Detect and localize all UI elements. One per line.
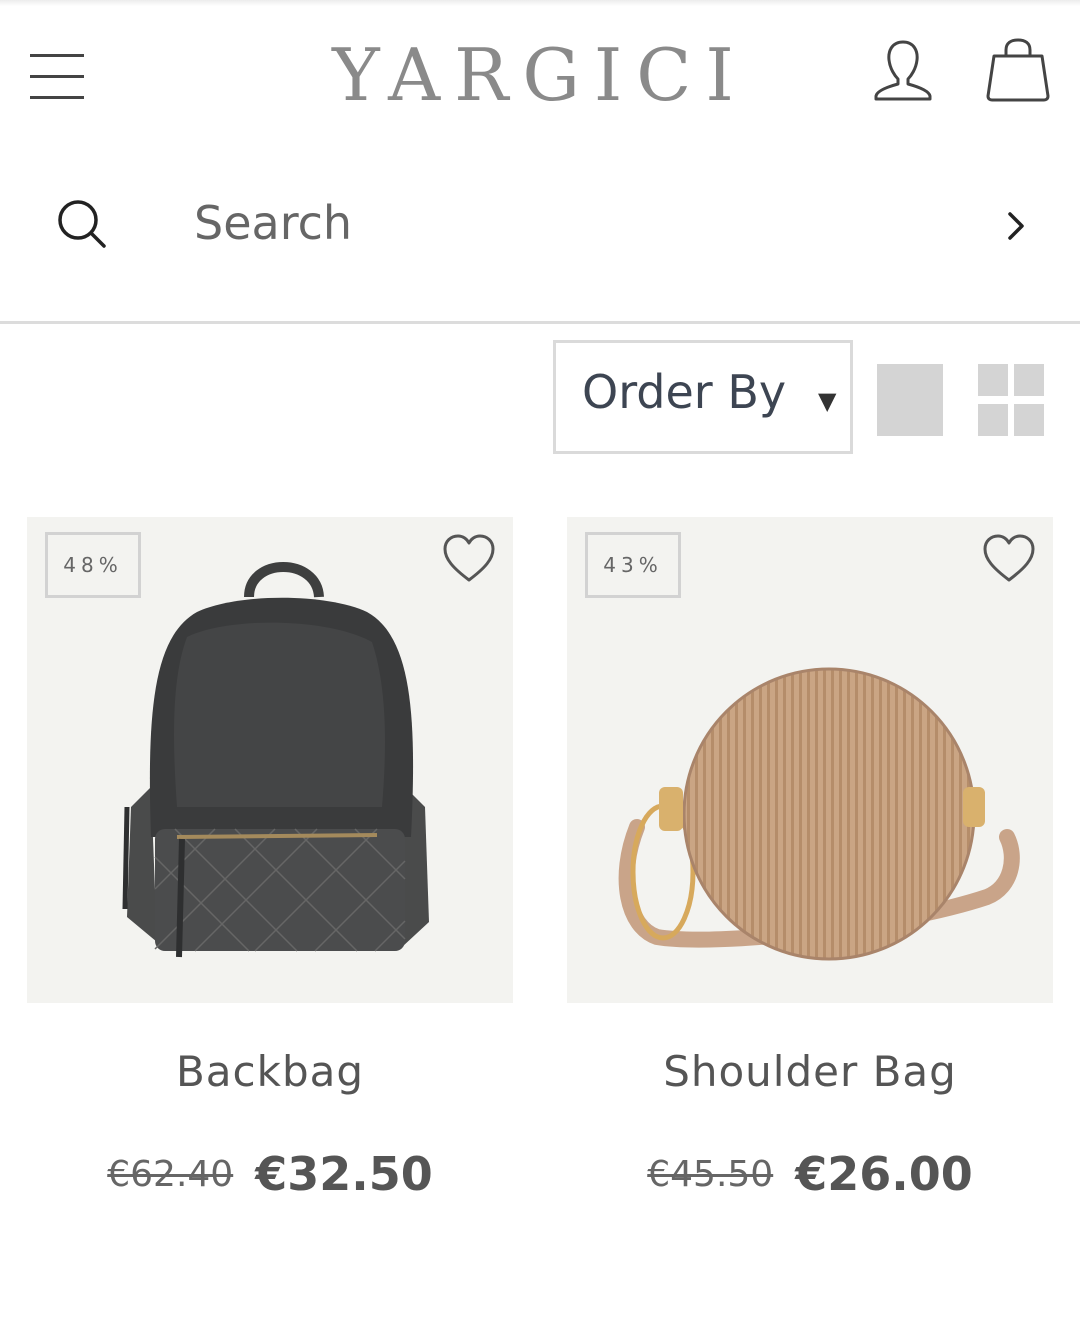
product-image[interactable]: 48% xyxy=(27,517,513,1003)
divider xyxy=(0,321,1080,324)
hamburger-menu-icon xyxy=(30,54,84,57)
brand-logo[interactable]: YARGICI xyxy=(300,30,780,120)
order-by-dropdown[interactable]: Order By ▼ xyxy=(553,340,853,454)
discount-badge: 43% xyxy=(585,532,681,598)
grid-cell xyxy=(978,404,1008,436)
header: YARGICI xyxy=(0,0,1080,150)
two-column-grid-icon[interactable] xyxy=(978,364,1044,436)
heart-icon xyxy=(983,534,1035,582)
product-title[interactable]: Backbag xyxy=(27,1047,513,1096)
wishlist-button[interactable] xyxy=(441,533,497,585)
product-card: 48% Backbag €62.40 €32.50 xyxy=(27,517,513,1201)
search-bar xyxy=(0,160,1080,284)
wishlist-button[interactable] xyxy=(981,533,1037,585)
menu-button[interactable] xyxy=(24,44,90,108)
caret-down-icon: ▼ xyxy=(818,387,837,415)
product-title[interactable]: Shoulder Bag xyxy=(567,1047,1053,1096)
grid-cell xyxy=(978,364,1008,396)
hamburger-line xyxy=(30,96,84,99)
sale-price: €26.00 xyxy=(795,1147,973,1201)
page: YARGICI Order B xyxy=(0,0,1080,1319)
search-submit-button[interactable] xyxy=(996,206,1036,246)
account-button[interactable] xyxy=(868,36,938,106)
grid-cell xyxy=(1014,404,1044,436)
heart-icon xyxy=(443,534,495,582)
product-prices: €45.50 €26.00 xyxy=(567,1147,1053,1201)
chevron-right-icon xyxy=(1008,212,1024,240)
old-price: €62.40 xyxy=(107,1153,234,1195)
old-price: €45.50 xyxy=(647,1153,774,1195)
sale-price: €32.50 xyxy=(255,1147,433,1201)
search-icon[interactable] xyxy=(54,196,110,252)
cart-button[interactable] xyxy=(980,34,1056,106)
user-icon xyxy=(874,40,932,101)
grid-cell xyxy=(1014,364,1044,396)
order-by-label: Order By xyxy=(582,365,787,419)
search-input[interactable] xyxy=(194,188,954,258)
hamburger-line xyxy=(30,75,84,78)
discount-badge: 48% xyxy=(45,532,141,598)
product-prices: €62.40 €32.50 xyxy=(27,1147,513,1201)
shopping-bag-icon xyxy=(986,38,1050,102)
single-column-view-icon[interactable] xyxy=(877,364,943,436)
product-card: 43% Shoulder Bag €45.50 €26.00 xyxy=(567,517,1053,1201)
product-image[interactable]: 43% xyxy=(567,517,1053,1003)
